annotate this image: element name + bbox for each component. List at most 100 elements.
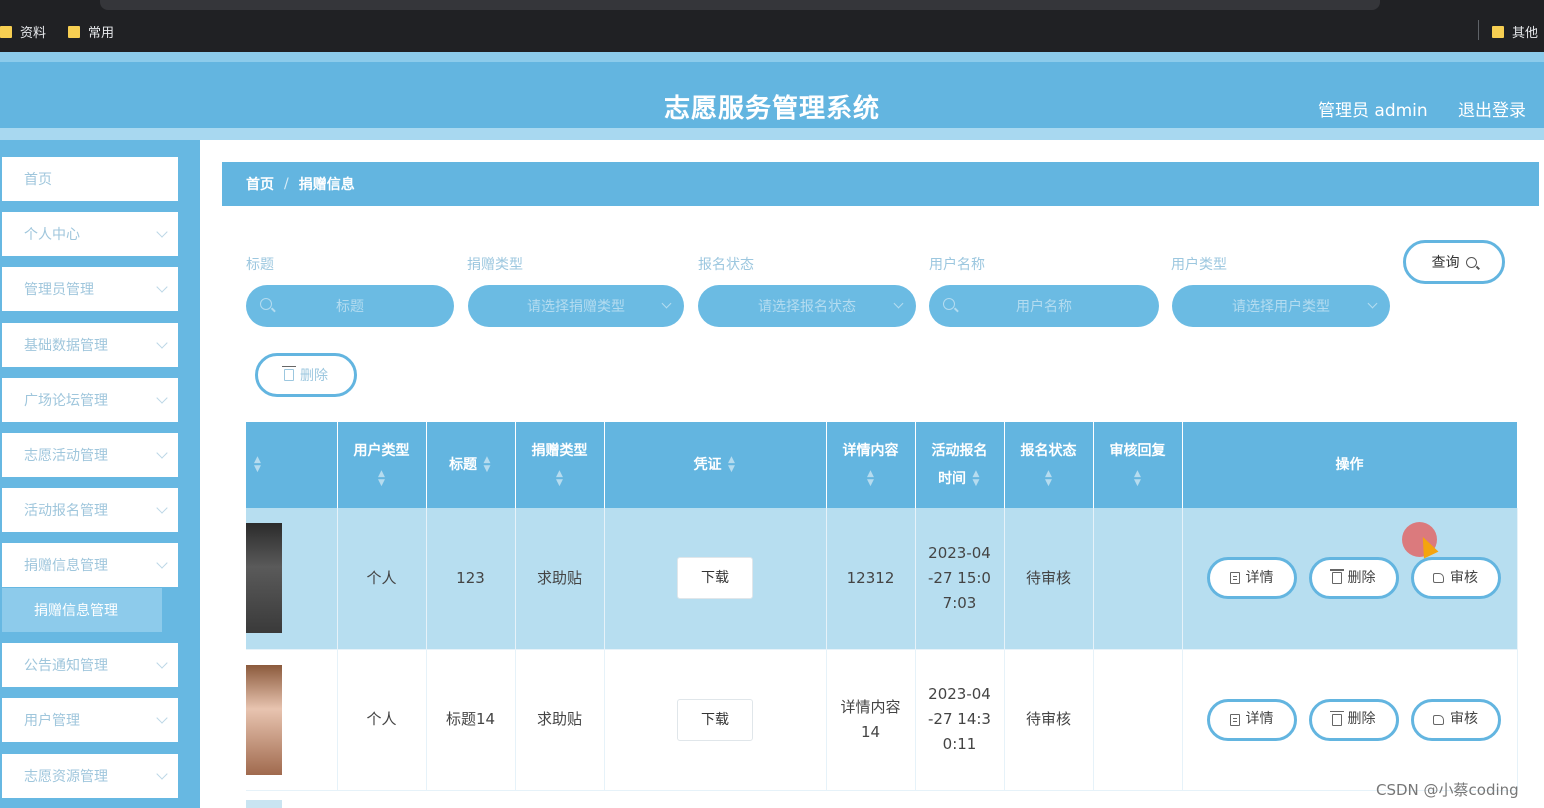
sort-icon: ▲ ▼ bbox=[972, 469, 980, 488]
column-header-title[interactable]: 标题 ▲ ▼ bbox=[426, 422, 516, 508]
sidebar-item-resources[interactable]: 志愿资源管理 bbox=[2, 754, 178, 798]
cell-title: 标题14 bbox=[426, 649, 516, 791]
filter-username-label: 用户名称 bbox=[929, 257, 985, 273]
bookmark-other[interactable]: 其他 bbox=[1492, 22, 1538, 41]
bookmark-ziliao[interactable]: 资料 bbox=[0, 22, 46, 41]
column-header-donation-type[interactable]: 捐赠类型 ▲ ▼ bbox=[515, 422, 605, 508]
search-icon bbox=[1465, 256, 1477, 268]
folder-icon bbox=[0, 25, 12, 38]
sidebar-item-donations[interactable]: 捐赠信息管理 bbox=[2, 543, 178, 587]
cell-operations: 详情 删除 审核 bbox=[1182, 508, 1518, 650]
title-search-input[interactable]: 标题 bbox=[246, 285, 454, 327]
address-bar[interactable] bbox=[100, 0, 1380, 10]
breadcrumb: 首页 / 捐赠信息 bbox=[222, 162, 1539, 206]
thumb-up-icon bbox=[1433, 714, 1444, 725]
breadcrumb-current: 捐赠信息 bbox=[298, 177, 355, 193]
delete-button[interactable]: 删除 bbox=[1308, 698, 1399, 741]
sort-icon: ▲ ▼ bbox=[254, 455, 261, 474]
cell-signup-time: 2023-04 -27 15:0 7:03 bbox=[915, 508, 1005, 650]
search-icon bbox=[260, 298, 272, 310]
column-header-user-type[interactable]: 用户类型 ▲ ▼ bbox=[337, 422, 427, 508]
cell-title: 123 bbox=[426, 508, 516, 650]
avatar-cell bbox=[246, 649, 338, 791]
sort-icon: ▲ ▼ bbox=[556, 469, 563, 488]
chevron-down-icon bbox=[156, 712, 168, 724]
search-icon bbox=[943, 298, 955, 310]
browser-bookmarks-bar: 资料 常用 其他 bbox=[0, 0, 1544, 52]
chevron-down-icon bbox=[156, 657, 168, 669]
download-button[interactable]: 下载 bbox=[677, 557, 753, 600]
chevron-down-icon bbox=[893, 298, 904, 309]
sidebar-item-notices[interactable]: 公告通知管理 bbox=[2, 643, 178, 687]
chevron-down-icon bbox=[156, 768, 168, 780]
cell-user-type: 个人 bbox=[337, 508, 427, 650]
column-header-voucher[interactable]: 凭证 ▲ ▼ bbox=[604, 422, 827, 508]
download-button[interactable]: 下载 bbox=[677, 698, 753, 741]
chevron-down-icon bbox=[1367, 298, 1378, 309]
app-title: 志愿服务管理系统 bbox=[663, 94, 880, 124]
review-button[interactable]: 审核 bbox=[1410, 557, 1501, 600]
sidebar-item-profile[interactable]: 个人中心 bbox=[2, 212, 178, 256]
delete-button[interactable]: 删除 bbox=[1308, 557, 1399, 600]
column-header-detail[interactable]: 详情内容 ▲ ▼ bbox=[826, 422, 916, 508]
sort-icon: ▲ ▼ bbox=[1045, 469, 1052, 488]
user-type-select[interactable]: 请选择用户类型 bbox=[1172, 285, 1390, 327]
cell-review bbox=[1093, 508, 1183, 650]
cell-signup-time: 2023-04 -27 14:3 0:11 bbox=[915, 649, 1005, 791]
cell-voucher: 下载 bbox=[604, 649, 827, 791]
table-header-row: ▲ ▼ 用户类型 ▲ ▼ 标题 ▲ ▼ 捐赠类型 ▲ ▼ 凭证 ▲ ▼ 详情内容 ▲ ▼ 活动报名… bbox=[246, 422, 1518, 508]
cell-detail: 12312 bbox=[826, 508, 916, 650]
header-divider bbox=[0, 128, 1544, 140]
sidebar-item-base-data[interactable]: 基础数据管理 bbox=[2, 323, 178, 367]
donation-table: ▲ ▼ 用户类型 ▲ ▼ 标题 ▲ ▼ 捐赠类型 ▲ ▼ 凭证 ▲ ▼ 详情内容 ▲ ▼ 活动报名… bbox=[246, 422, 1518, 791]
username-search-input[interactable]: 用户名称 bbox=[929, 285, 1159, 327]
bulk-delete-button[interactable]: 删除 bbox=[255, 353, 357, 397]
chevron-down-icon bbox=[156, 226, 168, 238]
logout-link[interactable]: 退出登录 bbox=[1458, 96, 1526, 121]
sidebar-item-signups[interactable]: 活动报名管理 bbox=[2, 488, 178, 532]
column-header-status[interactable]: 报名状态 ▲ ▼ bbox=[1004, 422, 1094, 508]
query-button[interactable]: 查询 bbox=[1403, 240, 1505, 284]
next-row-avatar bbox=[246, 800, 282, 808]
sidebar-item-users[interactable]: 用户管理 bbox=[2, 698, 178, 742]
cell-voucher: 下载 bbox=[604, 508, 827, 650]
folder-icon bbox=[68, 25, 80, 38]
chevron-down-icon bbox=[156, 337, 168, 349]
signup-status-select[interactable]: 请选择报名状态 bbox=[698, 285, 916, 327]
sort-icon: ▲ ▼ bbox=[1134, 469, 1141, 488]
bookmark-changyong[interactable]: 常用 bbox=[68, 22, 114, 41]
sidebar-item-forum[interactable]: 广场论坛管理 bbox=[2, 378, 178, 422]
review-button[interactable]: 审核 bbox=[1410, 698, 1501, 741]
table-row: 个人 123 求助贴 下载 12312 2023-04 -27 15:0 7:03 … bbox=[246, 508, 1518, 650]
column-header-operations: 操作 bbox=[1182, 422, 1518, 508]
breadcrumb-home[interactable]: 首页 bbox=[246, 174, 274, 194]
document-icon bbox=[1229, 572, 1240, 585]
chevron-down-icon bbox=[156, 447, 168, 459]
bookmarks-divider bbox=[1478, 20, 1479, 40]
app-header: 志愿服务管理系统 管理员 admin 退出登录 bbox=[0, 52, 1544, 140]
sort-icon: ▲ ▼ bbox=[727, 455, 735, 474]
cell-detail: 详情内容 14 bbox=[826, 649, 916, 791]
folder-icon bbox=[1492, 25, 1504, 38]
sidebar-item-admins[interactable]: 管理员管理 bbox=[2, 267, 178, 311]
chevron-down-icon bbox=[156, 557, 168, 569]
filter-status-label: 报名状态 bbox=[698, 257, 754, 273]
avatar bbox=[246, 664, 282, 775]
chevron-down-icon bbox=[156, 281, 168, 293]
column-header-avatar[interactable]: ▲ ▼ bbox=[246, 422, 338, 508]
avatar-cell bbox=[246, 508, 338, 650]
sidebar-item-activities[interactable]: 志愿活动管理 bbox=[2, 433, 178, 477]
detail-button[interactable]: 详情 bbox=[1206, 557, 1297, 600]
trash-icon bbox=[282, 366, 296, 381]
filter-type-label: 捐赠类型 bbox=[467, 257, 523, 273]
sidebar-item-home[interactable]: 首页 bbox=[2, 157, 178, 201]
chevron-down-icon bbox=[661, 298, 672, 309]
table-row: 个人 标题14 求助贴 下载 详情内容 14 2023-04 -27 14:3 0:1… bbox=[246, 649, 1518, 791]
sidebar-subitem-donation-info[interactable]: 捐赠信息管理 bbox=[2, 588, 162, 632]
donation-type-select[interactable]: 请选择捐赠类型 bbox=[468, 285, 684, 327]
column-header-review[interactable]: 审核回复 ▲ ▼ bbox=[1093, 422, 1183, 508]
cell-donation-type: 求助贴 bbox=[515, 649, 605, 791]
detail-button[interactable]: 详情 bbox=[1206, 698, 1297, 741]
sort-icon: ▲ ▼ bbox=[483, 455, 491, 474]
column-header-signup-time[interactable]: 活动报名 时间 ▲ ▼ bbox=[915, 422, 1005, 508]
